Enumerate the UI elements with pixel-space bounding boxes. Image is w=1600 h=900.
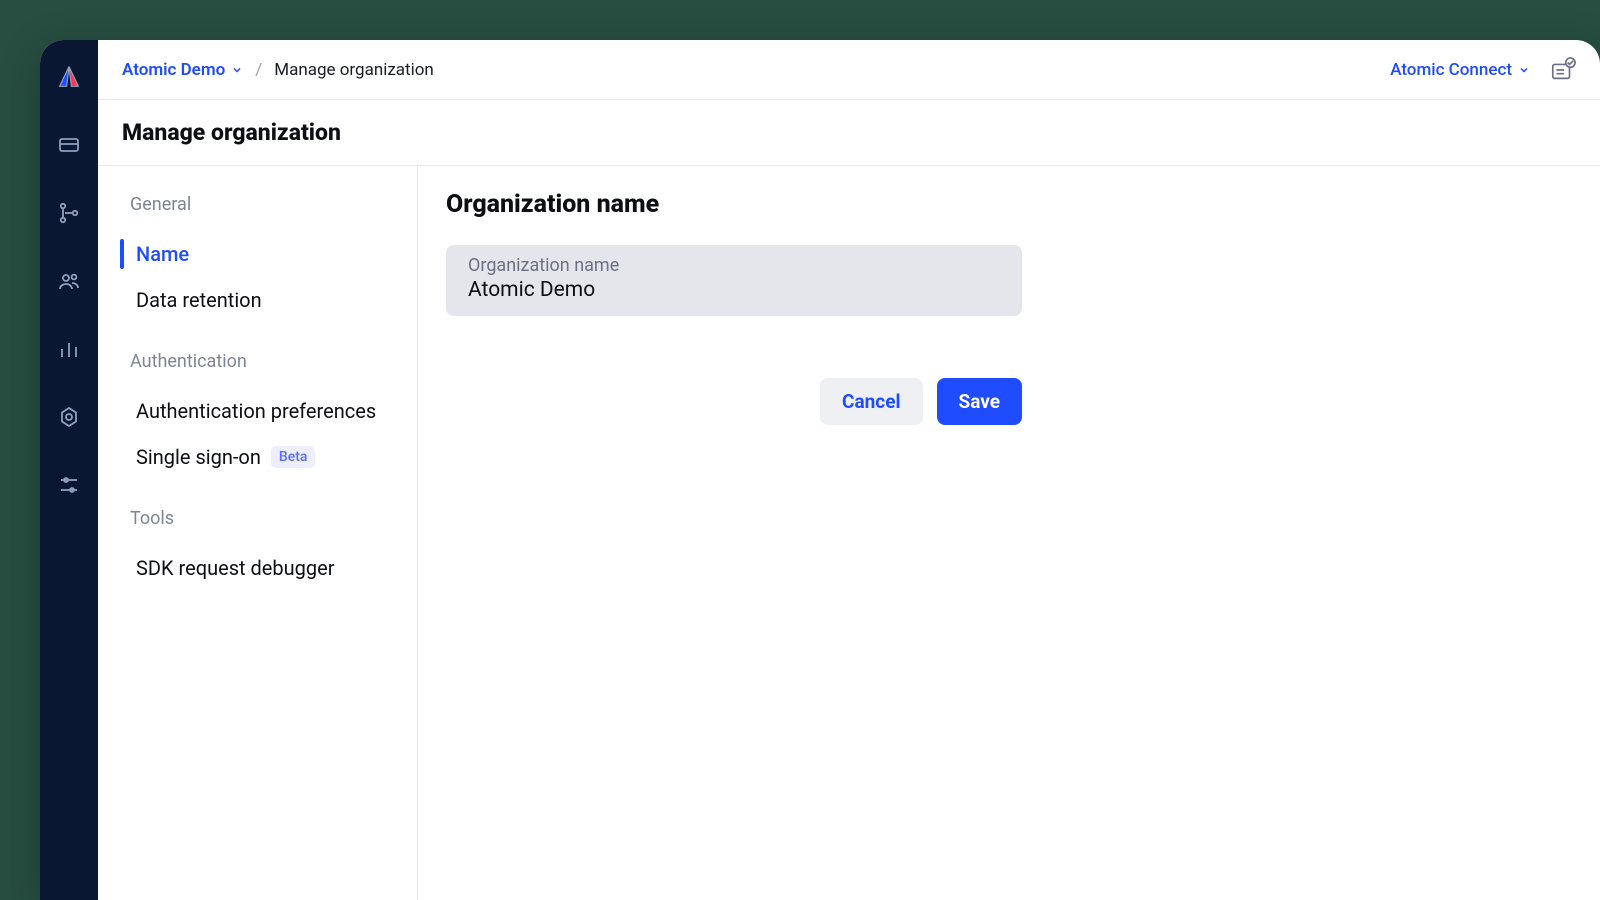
sidenav-item-data-retention[interactable]: Data retention <box>122 277 403 323</box>
users-icon[interactable] <box>54 266 84 296</box>
topbar: Atomic Demo / Manage organization Atomic… <box>98 40 1600 100</box>
atomic-connect-dropdown[interactable]: Atomic Connect <box>1390 60 1530 80</box>
sidenav-item-label: Single sign-on <box>136 444 261 470</box>
breadcrumb-page: Manage organization <box>274 60 434 80</box>
sidenav-group-general: General <box>130 194 403 215</box>
sidenav-item-label: Authentication preferences <box>136 398 376 424</box>
breadcrumb-org-label: Atomic Demo <box>122 60 225 80</box>
logo-icon[interactable] <box>54 62 84 92</box>
sidenav-group-tools: Tools <box>130 508 403 529</box>
sliders-icon[interactable] <box>54 470 84 500</box>
sidenav-item-label: SDK request debugger <box>136 555 335 581</box>
atomic-connect-label: Atomic Connect <box>1390 60 1512 80</box>
org-name-field-label: Organization name <box>468 255 1000 276</box>
analytics-icon[interactable] <box>54 334 84 364</box>
form-actions: Cancel Save <box>446 378 1022 425</box>
breadcrumb-separator: / <box>255 60 262 80</box>
chevron-down-icon <box>231 64 243 76</box>
body: General Name Data retention Authenticati… <box>98 166 1600 900</box>
sidenav-item-label: Name <box>136 241 189 267</box>
app-window: Atomic Demo / Manage organization Atomic… <box>40 40 1600 900</box>
org-name-field[interactable]: Organization name <box>446 245 1022 316</box>
form-heading: Organization name <box>446 190 1572 219</box>
cancel-button[interactable]: Cancel <box>820 378 922 425</box>
beta-badge: Beta <box>271 446 316 468</box>
main-pane: Atomic Demo / Manage organization Atomic… <box>98 40 1600 900</box>
save-button[interactable]: Save <box>937 378 1023 425</box>
sidenav-item-name[interactable]: Name <box>122 231 403 277</box>
sidenav-item-sdk-debugger[interactable]: SDK request debugger <box>122 545 403 591</box>
sidenav-item-sso[interactable]: Single sign-on Beta <box>122 434 403 480</box>
content-panel: Organization name Organization name Canc… <box>418 166 1600 900</box>
branch-icon[interactable] <box>54 198 84 228</box>
sidenav-group-auth: Authentication <box>130 351 403 372</box>
sidenav-item-auth-prefs[interactable]: Authentication preferences <box>122 388 403 434</box>
page-title: Manage organization <box>122 119 341 146</box>
nav-rail <box>40 40 98 900</box>
breadcrumb-org-dropdown[interactable]: Atomic Demo <box>122 60 243 80</box>
cards-icon[interactable] <box>54 130 84 160</box>
org-name-input[interactable] <box>468 278 1000 302</box>
inbox-status-icon[interactable] <box>1550 57 1576 83</box>
settings-sidenav: General Name Data retention Authenticati… <box>98 166 418 900</box>
chevron-down-icon <box>1518 64 1530 76</box>
page-title-bar: Manage organization <box>98 100 1600 166</box>
sidenav-item-label: Data retention <box>136 287 262 313</box>
settings-gear-icon[interactable] <box>54 402 84 432</box>
